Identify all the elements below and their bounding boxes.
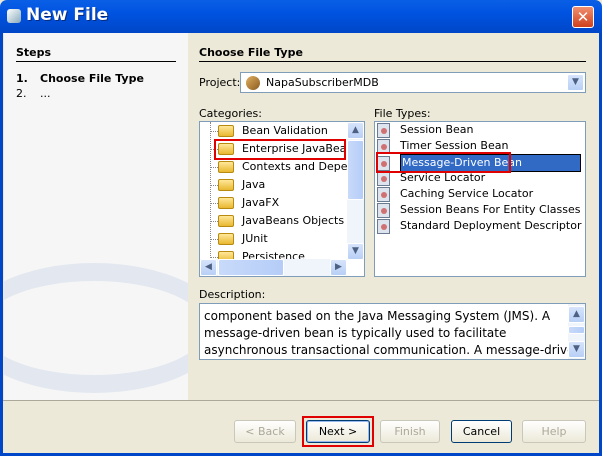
scroll-thumb[interactable]: [218, 259, 284, 276]
tree-line: [210, 238, 218, 240]
bean-icon: [377, 186, 390, 202]
tree-line: [210, 256, 218, 258]
close-button[interactable]: ✕: [572, 6, 594, 28]
step-label-current: Choose File Type: [40, 72, 144, 85]
scroll-left-arrow[interactable]: ◀: [200, 259, 217, 276]
bean-icon: [377, 122, 390, 138]
file-type-item[interactable]: Standard Deployment Descriptor: [377, 218, 581, 234]
description-text[interactable]: component based on the Java Messaging Sy…: [199, 303, 586, 360]
file-type-item[interactable]: Session Beans For Entity Classes: [377, 202, 580, 218]
categories-label: Categories:: [199, 107, 262, 120]
folder-icon: [218, 215, 234, 227]
scroll-down-arrow[interactable]: ▼: [347, 243, 364, 260]
decorative-swoosh: [4, 263, 188, 393]
horizontal-scrollbar[interactable]: ◀ ▶: [200, 259, 347, 276]
file-type-label: Caching Service Locator: [400, 187, 534, 200]
scroll-up-arrow[interactable]: ▲: [568, 306, 585, 323]
folder-icon: [218, 197, 234, 209]
description-label: Description:: [199, 288, 266, 301]
scroll-up-arrow[interactable]: ▲: [347, 122, 364, 139]
file-type-label: Timer Session Bean: [400, 139, 509, 152]
tree-line: [210, 184, 218, 186]
finish-button[interactable]: Finish: [380, 420, 440, 443]
project-label: Project:: [199, 76, 241, 89]
deployment-descriptor-icon: [377, 218, 390, 234]
divider: [3, 400, 599, 401]
category-item[interactable]: JavaFX: [210, 194, 279, 212]
category-label: JUnit: [242, 232, 268, 245]
file-type-item[interactable]: Caching Service Locator: [377, 186, 533, 202]
file-type-label: Session Beans For Entity Classes: [400, 203, 581, 216]
bean-icon: [377, 202, 390, 218]
folder-icon: [218, 125, 234, 137]
file-type-label: Standard Deployment Descriptor: [400, 219, 582, 232]
folder-icon: [218, 179, 234, 191]
category-label: JavaFX: [242, 196, 280, 209]
description-line: component based on the Java Messaging Sy…: [204, 309, 551, 323]
tree-line: [210, 166, 218, 168]
app-icon: [7, 9, 21, 23]
description-line: asynchronous transactional communication…: [204, 343, 583, 357]
scroll-right-arrow[interactable]: ▶: [330, 259, 347, 276]
scroll-thumb[interactable]: [568, 326, 585, 334]
chevron-down-icon[interactable]: ▼: [567, 74, 584, 91]
description-scrollbar[interactable]: ▲ ▼: [568, 304, 585, 359]
file-types-label: File Types:: [374, 107, 431, 120]
help-button[interactable]: Help: [522, 420, 586, 443]
category-label: Bean Validation: [242, 124, 328, 137]
step-label: ...: [40, 87, 51, 100]
steps-panel: Steps 1. Choose File Type 2. ...: [4, 33, 188, 400]
project-icon: [246, 76, 260, 90]
category-item[interactable]: JavaBeans Objects: [210, 212, 344, 230]
step-number: 1.: [16, 72, 28, 85]
category-item[interactable]: JUnit: [210, 230, 268, 248]
category-label: JavaBeans Objects: [242, 214, 345, 227]
step-number: 2.: [16, 87, 27, 100]
scroll-down-arrow[interactable]: ▼: [568, 341, 585, 358]
project-combo[interactable]: NapaSubscriberMDB ▼: [240, 72, 586, 93]
file-type-item[interactable]: Session Bean: [377, 122, 474, 138]
category-label: Contexts and Depen: [242, 160, 355, 173]
file-type-label: Session Bean: [400, 123, 474, 136]
tree-line: [210, 220, 218, 222]
category-item[interactable]: Contexts and Depen: [210, 158, 354, 176]
category-item[interactable]: Bean Validation: [210, 122, 328, 140]
tree-line: [210, 202, 218, 204]
folder-icon: [218, 233, 234, 245]
window-title: New File: [26, 5, 109, 25]
highlight-message-driven-bean: [376, 152, 511, 173]
back-button[interactable]: < Back: [234, 420, 296, 443]
file-types-list[interactable]: Session Bean Timer Session Bean Message-Dr…: [374, 121, 586, 277]
cancel-button[interactable]: Cancel: [451, 420, 512, 443]
project-value: NapaSubscriberMDB: [266, 76, 379, 89]
highlight-enterprise-javabean: [214, 139, 346, 160]
category-item[interactable]: Java: [210, 176, 265, 194]
category-label: Java: [242, 178, 266, 191]
page-heading: Choose File Type: [199, 46, 586, 62]
vertical-scrollbar[interactable]: ▲ ▼: [347, 122, 364, 260]
tree-line: [210, 130, 218, 132]
folder-icon: [218, 161, 234, 173]
steps-heading: Steps: [16, 46, 176, 62]
highlight-next-button: [302, 416, 374, 447]
description-line: message-driven bean is typically used to…: [204, 326, 507, 340]
scroll-thumb[interactable]: [347, 140, 364, 200]
